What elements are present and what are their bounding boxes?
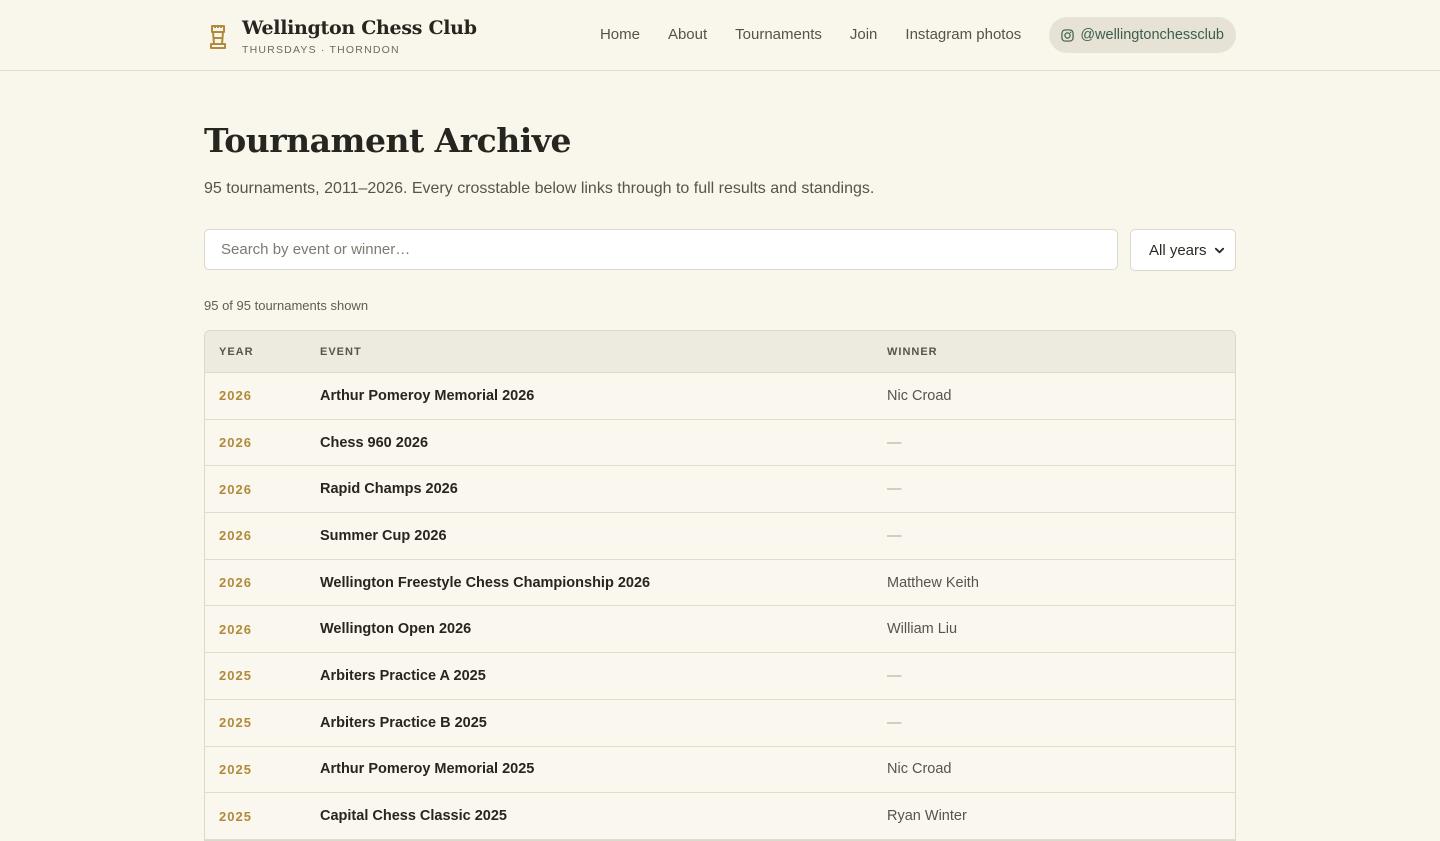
page-subtitle: 95 tournaments, 2011–2026. Every crossta… xyxy=(204,180,875,197)
cell-year: 2025 xyxy=(219,668,252,684)
instagram-icon xyxy=(1061,28,1074,42)
cell-event: Arbiters Practice B 2025 xyxy=(320,714,487,731)
brand[interactable]: Wellington Chess Club THURSDAYS · THORND… xyxy=(204,16,477,56)
cell-winner: — xyxy=(887,481,902,498)
cell-event: Capital Chess Classic 2025 xyxy=(320,808,507,825)
cell-winner: Matthew Keith xyxy=(887,574,979,591)
column-header-event[interactable]: EVENT xyxy=(305,346,873,358)
cell-event: Rapid Champs 2026 xyxy=(320,481,458,498)
year-filter-select[interactable]: All years xyxy=(1130,229,1236,271)
table-row[interactable]: 2026 Chess 960 2026 — xyxy=(205,420,1235,467)
results-count: 95 of 95 tournaments shown xyxy=(204,298,369,313)
table-row[interactable]: 2026 Summer Cup 2026 — xyxy=(205,513,1235,560)
column-header-year[interactable]: YEAR xyxy=(205,346,305,358)
brand-name: Wellington Chess Club xyxy=(242,17,477,39)
cell-winner: William Liu xyxy=(887,621,958,638)
year-filter-value: All years xyxy=(1149,241,1207,259)
brand-tagline: THURSDAYS · THORNDON xyxy=(242,44,400,56)
cell-year: 2026 xyxy=(219,621,252,637)
filter-controls: All years xyxy=(204,229,1236,271)
main-content: Tournament Archive 95 tournaments, 2011–… xyxy=(204,71,1236,841)
chess-rook-icon xyxy=(210,25,226,49)
search-input[interactable] xyxy=(204,229,1118,270)
nav-tournaments[interactable]: Tournaments xyxy=(735,17,822,53)
cell-winner: — xyxy=(887,667,902,684)
cell-event: Arthur Pomeroy Memorial 2025 xyxy=(320,761,535,778)
cell-winner: — xyxy=(887,527,902,544)
nav-join[interactable]: Join xyxy=(850,17,878,53)
nav-home[interactable]: Home xyxy=(600,17,640,53)
table-row[interactable]: 2026 Rapid Champs 2026 — xyxy=(205,466,1235,514)
table-row[interactable]: 2025 Arbiters Practice A 2025 — xyxy=(205,653,1235,700)
column-header-winner[interactable]: WINNER xyxy=(873,346,1235,358)
cell-year: 2026 xyxy=(219,388,252,404)
cell-year: 2026 xyxy=(219,481,252,497)
table-row[interactable]: 2026 Wellington Freestyle Chess Champions… xyxy=(205,560,1235,607)
cell-year: 2025 xyxy=(219,808,252,824)
nav-instagram-photos[interactable]: Instagram photos xyxy=(905,17,1021,53)
cell-winner: Nic Croad xyxy=(887,387,952,404)
table-row[interactable]: 2025 Capital Chess Classic 2025 Ryan Winte… xyxy=(205,793,1235,840)
table-row[interactable]: 2026 Wellington Open 2026 William Liu xyxy=(205,606,1235,654)
cell-year: 2026 xyxy=(219,435,252,451)
cell-event: Arbiters Practice A 2025 xyxy=(320,667,486,684)
chevron-down-icon xyxy=(1214,247,1225,253)
main-nav: Home About Tournaments Join Instagram ph… xyxy=(600,17,1236,53)
cell-winner: — xyxy=(887,714,902,731)
table-header: YEAR EVENT WINNER xyxy=(205,331,1235,373)
site-header: Wellington Chess Club THURSDAYS · THORND… xyxy=(0,0,1440,71)
cell-event: Arthur Pomeroy Memorial 2026 xyxy=(320,387,535,404)
instagram-button[interactable]: @wellingtonchessclub xyxy=(1049,17,1236,53)
cell-year: 2025 xyxy=(219,715,252,731)
nav-about[interactable]: About xyxy=(668,17,707,53)
cell-year: 2026 xyxy=(219,528,252,544)
cell-year: 2025 xyxy=(219,761,252,777)
cell-year: 2026 xyxy=(219,575,252,591)
cell-winner: — xyxy=(887,434,902,451)
tournament-table: YEAR EVENT WINNER 2026 Arthur Pomeroy Mem… xyxy=(204,330,1236,841)
cell-event: Summer Cup 2026 xyxy=(320,527,447,544)
cell-winner: Nic Croad xyxy=(887,761,952,778)
cell-event: Chess 960 2026 xyxy=(320,434,429,451)
page-title: Tournament Archive xyxy=(204,121,571,160)
table-row[interactable]: 2026 Arthur Pomeroy Memorial 2026 Nic Croa… xyxy=(205,373,1235,420)
cell-event: Wellington Open 2026 xyxy=(320,621,472,638)
table-row[interactable]: 2025 Arthur Pomeroy Memorial 2025 Nic Croa… xyxy=(205,747,1235,794)
cell-winner: Ryan Winter xyxy=(887,808,967,825)
cell-event: Wellington Freestyle Chess Championship … xyxy=(320,574,651,591)
table-body: 2026 Arthur Pomeroy Memorial 2026 Nic Croa… xyxy=(205,373,1235,840)
table-row[interactable]: 2025 Arbiters Practice B 2025 — xyxy=(205,700,1235,747)
instagram-handle: @wellingtonchessclub xyxy=(1080,27,1224,43)
